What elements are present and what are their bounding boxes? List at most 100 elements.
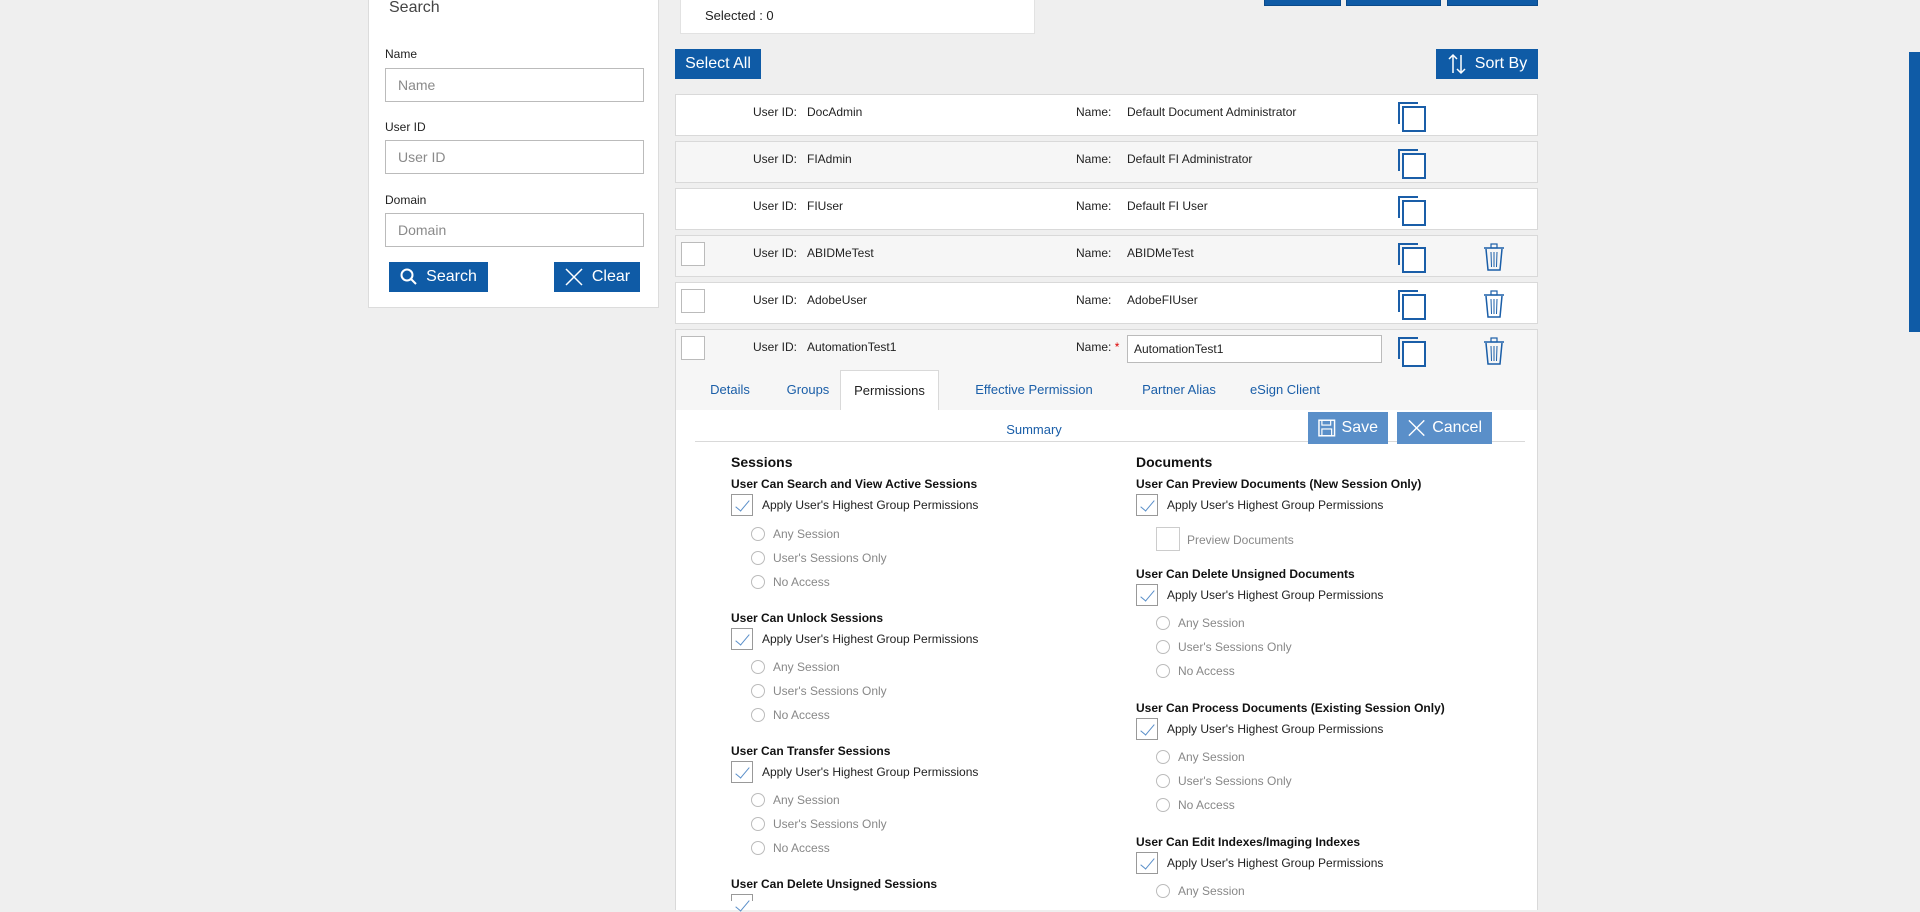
radio-label: No Access bbox=[1178, 798, 1235, 812]
apply-label: Apply User's Highest Group Permissions bbox=[762, 765, 979, 779]
apply-checkbox[interactable] bbox=[731, 494, 753, 516]
radio-no-access[interactable] bbox=[751, 708, 765, 722]
name-label: Name: bbox=[1076, 152, 1112, 166]
tab-groups[interactable]: Groups bbox=[773, 370, 843, 410]
copy-icon[interactable] bbox=[1398, 102, 1426, 132]
radio-any-session[interactable] bbox=[1156, 750, 1170, 764]
preview-documents-label: Preview Documents bbox=[1187, 533, 1294, 547]
radio-any-session[interactable] bbox=[1156, 616, 1170, 630]
userid-label: User ID: bbox=[753, 340, 798, 354]
radio-label: Any Session bbox=[1178, 750, 1245, 764]
radio-label: No Access bbox=[773, 841, 830, 855]
save-button[interactable]: Save bbox=[1308, 412, 1388, 444]
radio-no-access[interactable] bbox=[751, 841, 765, 855]
trash-icon[interactable] bbox=[1483, 243, 1505, 271]
radio-users-sessions-only[interactable] bbox=[751, 551, 765, 565]
radio-label: Any Session bbox=[773, 793, 840, 807]
radio-label: User's Sessions Only bbox=[773, 684, 887, 698]
apply-checkbox[interactable] bbox=[731, 761, 753, 783]
radio-label: Any Session bbox=[773, 660, 840, 674]
search-button[interactable]: Search bbox=[389, 262, 488, 292]
apply-label: Apply User's Highest Group Permissions bbox=[1167, 498, 1384, 512]
toolbar-button-2[interactable] bbox=[1346, 0, 1441, 6]
copy-icon[interactable] bbox=[1398, 149, 1426, 179]
radio-no-access[interactable] bbox=[1156, 798, 1170, 812]
radio-label: Any Session bbox=[1178, 616, 1245, 630]
select-all-button[interactable]: Select All bbox=[675, 49, 761, 79]
preview-documents-checkbox[interactable] bbox=[1156, 527, 1180, 551]
copy-icon[interactable] bbox=[1398, 243, 1426, 273]
apply-checkbox[interactable] bbox=[731, 628, 753, 650]
trash-icon[interactable] bbox=[1483, 290, 1505, 318]
userid-input[interactable] bbox=[385, 140, 644, 174]
row-checkbox[interactable] bbox=[681, 289, 705, 313]
user-name-value: Default FI User bbox=[1127, 199, 1208, 213]
copy-icon[interactable] bbox=[1398, 337, 1426, 367]
apply-checkbox[interactable] bbox=[1136, 584, 1158, 606]
radio-users-sessions-only[interactable] bbox=[1156, 640, 1170, 654]
radio-label: Any Session bbox=[773, 527, 840, 541]
radio-label: User's Sessions Only bbox=[1178, 640, 1292, 654]
apply-label: Apply User's Highest Group Permissions bbox=[1167, 588, 1384, 602]
user-name-value: Default Document Administrator bbox=[1127, 105, 1297, 119]
apply-checkbox[interactable] bbox=[1136, 718, 1158, 740]
row-checkbox[interactable] bbox=[681, 336, 705, 360]
copy-icon[interactable] bbox=[1398, 290, 1426, 320]
documents-heading: Documents bbox=[1136, 454, 1213, 470]
radio-no-access[interactable] bbox=[751, 575, 765, 589]
search-panel: Search ⌃ Name User ID Domain Search Clea… bbox=[368, 0, 659, 308]
radio-users-sessions-only[interactable] bbox=[751, 684, 765, 698]
radio-label: User's Sessions Only bbox=[1178, 774, 1292, 788]
search-button-label: Search bbox=[426, 268, 477, 285]
radio-users-sessions-only[interactable] bbox=[1156, 774, 1170, 788]
toolbar-button-1[interactable] bbox=[1264, 0, 1341, 6]
radio-users-sessions-only[interactable] bbox=[751, 817, 765, 831]
radio-any-session[interactable] bbox=[751, 660, 765, 674]
tab-permissions[interactable]: Permissions bbox=[840, 370, 939, 410]
radio-label: User's Sessions Only bbox=[773, 551, 887, 565]
tab-partner-alias[interactable]: Partner Alias bbox=[1134, 370, 1224, 410]
user-name-value: Default FI Administrator bbox=[1127, 152, 1253, 166]
sort-by-button[interactable]: Sort By bbox=[1436, 49, 1538, 79]
name-input[interactable] bbox=[385, 68, 644, 102]
user-row-abidmetest[interactable]: User ID: ABIDMeTest Name: ABIDMeTest bbox=[675, 235, 1538, 277]
row-checkbox[interactable] bbox=[681, 242, 705, 266]
cancel-label: Cancel bbox=[1432, 419, 1482, 436]
radio-label: No Access bbox=[1178, 664, 1235, 678]
permission-title: User Can Delete Unsigned Sessions bbox=[731, 877, 938, 891]
tab-effective-permission-summary[interactable]: Effective Permission Summary bbox=[948, 370, 1120, 437]
domain-label: Domain bbox=[385, 193, 427, 207]
user-row-adobeuser[interactable]: User ID: AdobeUser Name: AdobeFIUser bbox=[675, 282, 1538, 324]
radio-no-access[interactable] bbox=[1156, 664, 1170, 678]
radio-any-session[interactable] bbox=[751, 793, 765, 807]
user-name-value: ABIDMeTest bbox=[1127, 246, 1194, 260]
userid-label: User ID: bbox=[753, 246, 798, 260]
radio-any-session[interactable] bbox=[751, 527, 765, 541]
sort-icon bbox=[1448, 53, 1466, 75]
toolbar-button-3[interactable] bbox=[1447, 0, 1538, 6]
user-id-value: FIAdmin bbox=[807, 152, 852, 166]
name-label: Name: bbox=[1076, 246, 1112, 260]
domain-input[interactable] bbox=[385, 213, 644, 247]
tab-esign-client[interactable]: eSign Client bbox=[1245, 370, 1325, 410]
page-scrollbar[interactable] bbox=[1909, 52, 1920, 332]
clear-button[interactable]: Clear bbox=[554, 262, 640, 292]
cancel-button[interactable]: Cancel bbox=[1397, 412, 1492, 444]
apply-checkbox[interactable] bbox=[1136, 494, 1158, 516]
copy-icon[interactable] bbox=[1398, 196, 1426, 226]
trash-icon[interactable] bbox=[1483, 337, 1505, 365]
required-marker: * bbox=[1114, 340, 1120, 354]
name-edit-input[interactable] bbox=[1127, 335, 1382, 363]
tab-details[interactable]: Details bbox=[695, 370, 765, 410]
apply-checkbox[interactable] bbox=[1136, 852, 1158, 874]
apply-checkbox[interactable] bbox=[731, 894, 753, 901]
apply-label: Apply User's Highest Group Permissions bbox=[1167, 722, 1384, 736]
userid-label: User ID: bbox=[753, 199, 798, 213]
clear-button-label: Clear bbox=[591, 268, 631, 285]
user-row-fiadmin[interactable]: User ID: FIAdmin Name: Default FI Admini… bbox=[675, 141, 1538, 183]
collapse-icon[interactable]: ⌃ bbox=[609, 0, 629, 5]
user-row-fiuser[interactable]: User ID: FIUser Name: Default FI User bbox=[675, 188, 1538, 230]
radio-any-session[interactable] bbox=[1156, 884, 1170, 898]
userid-label: User ID: bbox=[753, 105, 798, 119]
user-row-docadmin[interactable]: User ID: DocAdmin Name: Default Document… bbox=[675, 94, 1538, 136]
